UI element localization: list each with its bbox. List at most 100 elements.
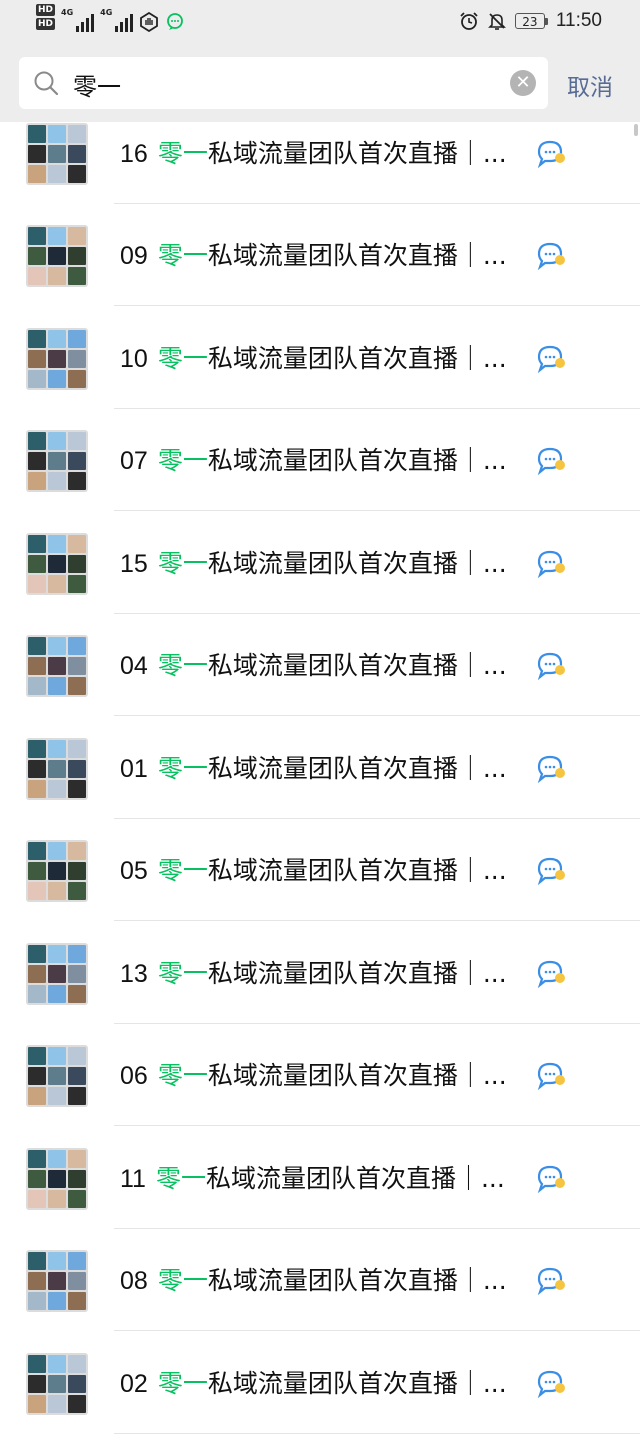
avatar-tile <box>68 555 86 573</box>
bubble-dot <box>544 1072 548 1076</box>
result-number: 15 <box>120 550 148 578</box>
avatar-tile <box>28 1150 46 1168</box>
avatar-tile <box>48 780 66 798</box>
avatar-tile <box>68 267 86 285</box>
result-row[interactable]: 08 零一私域流量团队首次直播｜... <box>0 1229 640 1331</box>
result-row[interactable]: 01 零一私域流量团队首次直播｜... <box>0 717 640 819</box>
badge-dot <box>555 255 565 265</box>
avatar-tile <box>68 247 86 265</box>
avatar-tile <box>48 1190 66 1208</box>
cancel-button[interactable]: 取消 <box>567 68 613 102</box>
result-title: 16 零一私域流量团队首次直播｜... <box>120 134 507 170</box>
result-row[interactable]: 02 零一私域流量团队首次直播｜... <box>0 1332 640 1434</box>
result-row[interactable]: 10 零一私域流量团队首次直播｜... <box>0 307 640 409</box>
result-title: 07 零一私域流量团队首次直播｜... <box>120 441 507 477</box>
avatar-tile <box>48 472 66 490</box>
avatar-tile <box>68 842 86 860</box>
scrollbar[interactable] <box>634 124 638 136</box>
search-header: HD HD 4G 4G 23 11:50 零一 ✕ 取消 <box>0 0 640 122</box>
avatar-tile <box>48 945 66 963</box>
avatar-tile <box>68 985 86 1003</box>
avatar-tile <box>48 125 66 143</box>
avatar-tile <box>28 227 46 245</box>
avatar-tile <box>68 165 86 183</box>
avatar-tile <box>48 165 66 183</box>
result-number: 08 <box>120 1267 148 1295</box>
avatar-tile <box>48 985 66 1003</box>
divider <box>114 510 640 511</box>
avatar-tile <box>68 1150 86 1168</box>
bubble-dot <box>544 1380 548 1384</box>
result-number: 09 <box>120 242 148 270</box>
result-title: 08 零一私域流量团队首次直播｜... <box>120 1261 507 1297</box>
result-row[interactable]: 06 零一私域流量团队首次直播｜... <box>0 1024 640 1126</box>
group-avatar <box>26 840 88 902</box>
group-avatar <box>26 225 88 287</box>
result-row[interactable]: 09 零一私域流量团队首次直播｜... <box>0 204 640 306</box>
result-keyword: 零一 <box>157 1061 208 1090</box>
avatar-tile <box>68 1292 86 1310</box>
avatar-tile <box>68 1190 86 1208</box>
bubble-dot <box>548 1277 552 1281</box>
result-rest: 私域流量团队首次直播｜... <box>207 651 507 680</box>
result-rest: 私域流量团队首次直播｜... <box>207 856 507 885</box>
bubble-dot <box>544 457 548 461</box>
bubble-dot <box>552 867 556 871</box>
avatar-tile <box>28 1292 46 1310</box>
result-row[interactable]: 13 零一私域流量团队首次直播｜... <box>0 922 640 1024</box>
network-type: 4G <box>100 8 113 17</box>
bubble-dot <box>548 150 552 154</box>
avatar-tile <box>68 1272 86 1290</box>
group-chat-icon <box>537 755 565 783</box>
result-title: 01 零一私域流量团队首次直播｜... <box>120 749 507 785</box>
badge-dot <box>555 460 565 470</box>
result-rest: 私域流量团队首次直播｜... <box>207 241 507 270</box>
search-input[interactable] <box>71 65 505 103</box>
result-row[interactable]: 05 零一私域流量团队首次直播｜... <box>0 819 640 921</box>
avatar-tile <box>48 1047 66 1065</box>
result-number: 11 <box>120 1165 146 1193</box>
result-keyword: 零一 <box>155 1164 206 1193</box>
avatar-tile <box>68 945 86 963</box>
avatar-tile <box>28 1375 46 1393</box>
alarm-icon <box>460 12 478 30</box>
bubble-dot <box>548 252 552 256</box>
avatar-tile <box>28 657 46 675</box>
bubble-dot <box>552 1277 556 1281</box>
avatar-tile <box>68 965 86 983</box>
avatar-tile <box>28 637 46 655</box>
avatar-tile <box>28 452 46 470</box>
result-title: 06 零一私域流量团队首次直播｜... <box>120 1056 507 1092</box>
result-row[interactable]: 07 零一私域流量团队首次直播｜... <box>0 409 640 511</box>
badge-dot <box>555 870 565 880</box>
avatar-tile <box>68 452 86 470</box>
badge-dot <box>555 1280 565 1290</box>
result-row[interactable]: 15 零一私域流量团队首次直播｜... <box>0 512 640 614</box>
avatar-tile <box>68 740 86 758</box>
bubble-dot <box>544 1175 548 1179</box>
group-avatar <box>26 123 88 185</box>
search-icon <box>34 71 59 96</box>
result-rest: 私域流量团队首次直播｜... <box>207 549 507 578</box>
bubble-dot <box>552 560 556 564</box>
hd-badge: HD <box>36 18 56 30</box>
avatar-tile <box>68 1252 86 1270</box>
result-rest: 私域流量团队首次直播｜... <box>207 754 507 783</box>
result-keyword: 零一 <box>157 139 208 168</box>
search-box[interactable]: ✕ <box>19 57 548 109</box>
bubble-dot <box>548 765 552 769</box>
avatar-tile <box>48 862 66 880</box>
avatar-tile <box>28 985 46 1003</box>
result-keyword: 零一 <box>157 754 208 783</box>
result-row[interactable]: 11 零一私域流量团队首次直播｜... <box>0 1127 640 1229</box>
result-number: 05 <box>120 857 148 885</box>
avatar-tile <box>68 1375 86 1393</box>
group-chat-icon <box>537 140 565 168</box>
avatar-tile <box>48 740 66 758</box>
bubble-dot <box>552 1175 556 1179</box>
result-row[interactable]: 04 零一私域流量团队首次直播｜... <box>0 614 640 716</box>
clear-icon[interactable]: ✕ <box>510 70 536 96</box>
result-number: 10 <box>120 345 148 373</box>
avatar-tile <box>68 657 86 675</box>
avatar-tile <box>28 575 46 593</box>
